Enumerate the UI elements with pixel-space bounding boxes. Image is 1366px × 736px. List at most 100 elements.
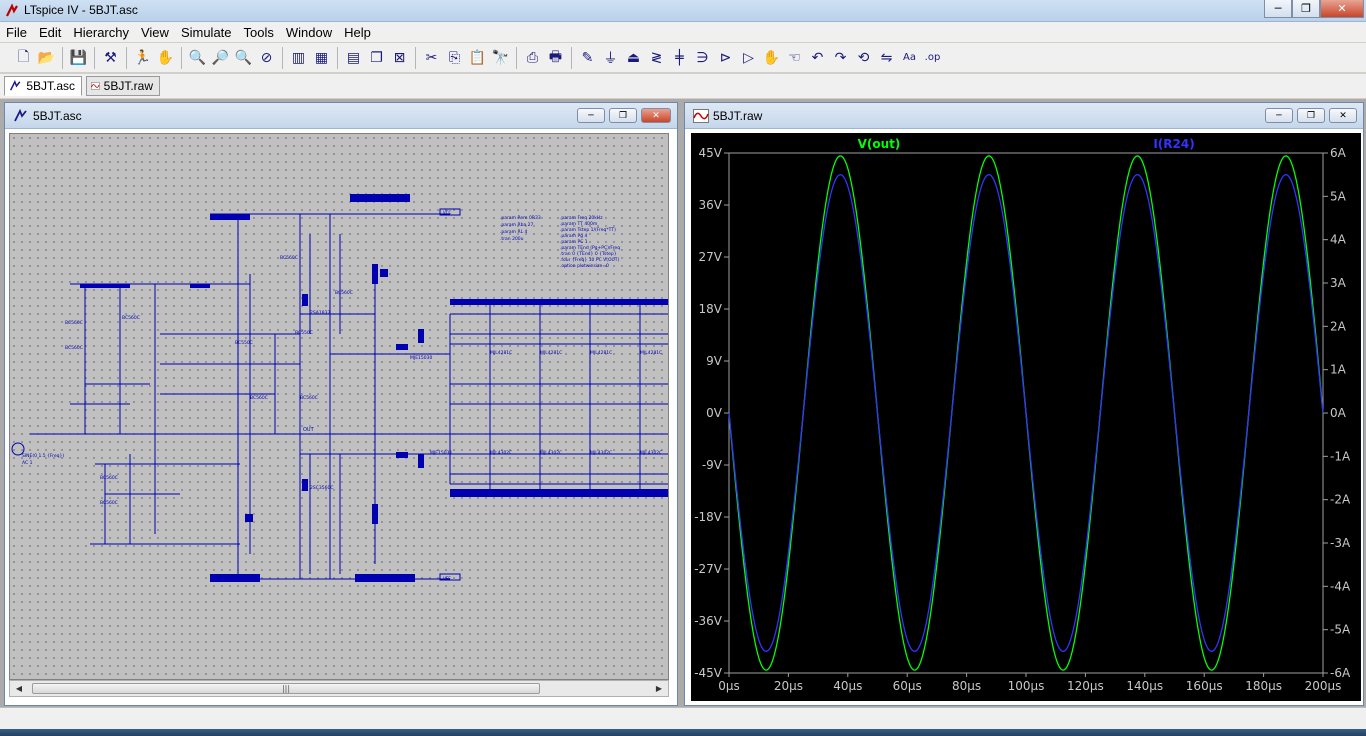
text-button[interactable]: Aa bbox=[898, 46, 921, 69]
tab-schematic[interactable]: 5BJT.asc bbox=[4, 76, 82, 96]
autorange-button[interactable]: ▥ bbox=[287, 46, 310, 69]
net-label-vcc: VCC bbox=[443, 210, 452, 215]
y-left-tick-label: -36V bbox=[694, 614, 723, 628]
child-close-button[interactable]: ✕ bbox=[1329, 108, 1357, 123]
directive-line: .param PC 1 bbox=[560, 239, 588, 245]
svg-text:BC560C: BC560C bbox=[122, 315, 140, 321]
tile-horizontal-button[interactable]: ▤ bbox=[342, 46, 365, 69]
undo-icon: ↶ bbox=[811, 49, 824, 66]
tab-label: 5BJT.raw bbox=[103, 79, 153, 93]
close-button[interactable]: ✕ bbox=[1320, 0, 1364, 18]
redo-button[interactable]: ↷ bbox=[829, 46, 852, 69]
drag-button[interactable]: ☜ bbox=[783, 46, 806, 69]
open-button[interactable]: 📂 bbox=[35, 46, 58, 69]
print-button[interactable]: 🖶 bbox=[544, 46, 567, 69]
document-tabs: 5BJT.asc 5BJT.raw bbox=[0, 74, 1366, 98]
component-button[interactable]: ▷ bbox=[737, 46, 760, 69]
diode-button[interactable]: ⊳ bbox=[714, 46, 737, 69]
run-button[interactable]: 🏃 bbox=[131, 46, 154, 69]
directive-line: .tran 0 {TEnd} 0 {Tstep} bbox=[560, 251, 617, 257]
ground-icon: ⏚ bbox=[603, 50, 618, 67]
ground-button[interactable]: ⏚ bbox=[599, 46, 622, 69]
scroll-left-icon[interactable]: ◀ bbox=[12, 682, 26, 695]
zoom-pan-icon: 🔎 bbox=[211, 49, 230, 66]
zoom-cancel-button[interactable]: ⊘ bbox=[255, 46, 278, 69]
directive-line: .four {Freq} 10 PC V(OUT) bbox=[560, 257, 620, 263]
x-tick-label: 100µs bbox=[1008, 679, 1045, 693]
svg-text:MJL4281C: MJL4281C bbox=[490, 350, 512, 356]
svg-text:MJL4302C: MJL4302C bbox=[640, 450, 662, 456]
source-ac-value: AC 1 bbox=[22, 460, 33, 466]
svg-text:MJL4302C: MJL4302C bbox=[490, 450, 512, 456]
resistor-button[interactable]: ≷ bbox=[645, 46, 668, 69]
scroll-right-icon[interactable]: ▶ bbox=[652, 682, 666, 695]
schematic-canvas[interactable]: BC560C BC560C BC560C BC550C BC550C BC560C BC… bbox=[9, 133, 670, 680]
net-label-out: OUT bbox=[303, 427, 315, 433]
directive-line: .param Pg 4 bbox=[560, 233, 587, 239]
waveform-plot[interactable]: 45V 36V 27V 18V 9V 0V -9V -18V -27V -36V -45V 6A 5A 4… bbox=[691, 133, 1361, 701]
mirror-button[interactable]: ⇋ bbox=[875, 46, 898, 69]
move-button[interactable]: ✋ bbox=[760, 46, 783, 69]
menu-hierarchy[interactable]: Hierarchy bbox=[67, 25, 135, 40]
child-restore-button[interactable]: ❐ bbox=[1297, 108, 1325, 123]
child-minimize-button[interactable]: ─ bbox=[577, 108, 605, 123]
spice-directive-button[interactable]: .op bbox=[921, 46, 944, 69]
svg-text:BC560C: BC560C bbox=[250, 395, 268, 401]
paste-icon: 📋 bbox=[468, 49, 487, 66]
minimize-button[interactable]: ─ bbox=[1264, 0, 1292, 18]
child-close-button[interactable]: ✕ bbox=[641, 108, 671, 123]
voltage-source-icon bbox=[11, 442, 25, 456]
y-left-tick-label: -45V bbox=[694, 666, 723, 680]
save-button[interactable]: 💾 bbox=[67, 46, 90, 69]
zoom-in-button[interactable]: 🔍 bbox=[186, 46, 209, 69]
undo-button[interactable]: ↶ bbox=[806, 46, 829, 69]
mark-unused-icon: ▦ bbox=[314, 49, 329, 66]
halt-button[interactable]: ✋ bbox=[154, 46, 177, 69]
menu-help[interactable]: Help bbox=[338, 25, 377, 40]
y-right-tick-label: 1A bbox=[1330, 363, 1347, 377]
scroll-thumb[interactable]: ||| bbox=[32, 683, 540, 694]
close-window-button[interactable]: ⊠ bbox=[388, 46, 411, 69]
child-minimize-button[interactable]: ─ bbox=[1265, 108, 1293, 123]
toolbar-separator bbox=[62, 46, 63, 69]
menu-simulate[interactable]: Simulate bbox=[175, 25, 238, 40]
menu-view[interactable]: View bbox=[135, 25, 175, 40]
menu-tools[interactable]: Tools bbox=[238, 25, 280, 40]
menu-window[interactable]: Window bbox=[280, 25, 338, 40]
control-panel-button[interactable]: ⚒ bbox=[99, 46, 122, 69]
paste-button[interactable]: 📋 bbox=[466, 46, 489, 69]
diode-icon: ⊳ bbox=[719, 49, 732, 66]
new-schematic-button[interactable]: 🗋 bbox=[12, 46, 35, 69]
menu-file[interactable]: File bbox=[0, 25, 33, 40]
horizontal-scrollbar[interactable]: ◀ ||| ▶ bbox=[9, 680, 669, 697]
capacitor-button[interactable]: ╪ bbox=[668, 46, 691, 69]
svg-text:MJL4281C: MJL4281C bbox=[540, 350, 562, 356]
cascade-button[interactable]: ❐ bbox=[365, 46, 388, 69]
label-net-button[interactable]: ⏏ bbox=[622, 46, 645, 69]
menu-edit[interactable]: Edit bbox=[33, 25, 67, 40]
maximize-button[interactable]: ❐ bbox=[1292, 0, 1320, 18]
find-button[interactable]: 🔭 bbox=[489, 46, 512, 69]
rotate-button[interactable]: ⟲ bbox=[852, 46, 875, 69]
wire-button[interactable]: ✎ bbox=[576, 46, 599, 69]
capacitor-icon: ╪ bbox=[675, 49, 684, 66]
copy-button[interactable]: ⎘ bbox=[443, 46, 466, 69]
zoom-pan-button[interactable]: 🔎 bbox=[209, 46, 232, 69]
trace-label[interactable]: I(R24) bbox=[1153, 137, 1194, 151]
trace-label[interactable]: V(out) bbox=[858, 137, 901, 151]
tab-waveform[interactable]: 5BJT.raw bbox=[86, 76, 160, 96]
child-restore-button[interactable]: ❐ bbox=[609, 108, 637, 123]
svg-text:BC560C: BC560C bbox=[335, 290, 353, 296]
svg-text:BC560C: BC560C bbox=[300, 395, 318, 401]
x-tick-label: 80µs bbox=[952, 679, 981, 693]
svg-text:BC550C: BC550C bbox=[235, 340, 253, 346]
cut-button[interactable]: ✂ bbox=[420, 46, 443, 69]
inductor-button[interactable]: ∋ bbox=[691, 46, 714, 69]
open-icon: 📂 bbox=[37, 49, 56, 66]
mark-unused-button[interactable]: ▦ bbox=[310, 46, 333, 69]
print-setup-icon: ⎙ bbox=[526, 49, 539, 66]
print-setup-button[interactable]: ⎙ bbox=[521, 46, 544, 69]
zoom-out-button[interactable]: 🔍 bbox=[232, 46, 255, 69]
toolbar: 🗋 📂 💾 ⚒ 🏃 ✋ 🔍 🔎 🔍 ⊘ ▥ ▦ ▤ ❐ ⊠ ✂ ⎘ 📋 🔭 ⎙ 🖶 ✎ ⏚ ⏏ ≷ ╪ ∋ ⊳ ▷ ✋ ☜ ↶ ↷ ⟲ ⇋ Aa .op bbox=[0, 43, 1366, 73]
y-right-tick-label: 0A bbox=[1330, 406, 1347, 420]
